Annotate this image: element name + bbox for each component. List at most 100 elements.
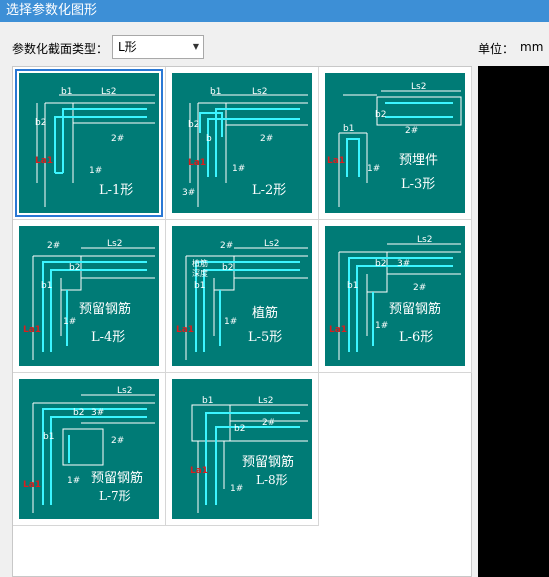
l5-label-b2: b2: [222, 263, 233, 273]
l2-label-1: 1#: [232, 164, 245, 174]
shape-cell-l3[interactable]: b2 Ls2 b1 2# La1 1# 预埋件 L-3形: [319, 67, 472, 220]
l6-caption: L-6形: [399, 330, 434, 345]
l3-caption: L-3形: [401, 177, 436, 192]
l1-drawing: b1 Ls2 b2 2# La1 1#: [35, 87, 155, 207]
shape-tile-l4[interactable]: 2# Ls2 b2 b1 La1 1# 预留钢筋 L-4形: [19, 226, 159, 366]
l2-label-ls2: Ls2: [252, 87, 267, 97]
l5-extra: 植筋: [252, 306, 279, 321]
shape-tile-l8[interactable]: b1 Ls2 b2 2# La1 1# 预留钢筋 L-8形: [172, 379, 312, 519]
l1-label-la1: La1: [35, 156, 53, 166]
l8-drawing: b1 Ls2 b2 2# La1 1#: [190, 396, 308, 513]
shape-cell-l5[interactable]: 2# Ls2 植筋 深度 b2 b1 La1 1# 植筋 L-5形: [166, 220, 319, 373]
l7-caption: L-7形: [99, 489, 131, 503]
l5-label-2: 2#: [220, 241, 233, 251]
unit-label: 单位：: [478, 42, 515, 56]
l5-label-ls2: Ls2: [264, 239, 279, 249]
shape-cell-l7[interactable]: Ls2 b2 3# b1 2# La1 1# 预留钢筋 L-7形: [13, 373, 166, 526]
l3-label-2: 2#: [405, 126, 418, 136]
l1-label-b1: b1: [61, 87, 72, 97]
l8-extra: 预留钢筋: [242, 455, 295, 470]
l5-drawing: 2# Ls2 植筋 深度 b2 b1 La1 1#: [176, 239, 308, 360]
l5-caption: L-5形: [248, 330, 283, 345]
l4-label-ls2: Ls2: [107, 239, 122, 249]
l2-label-b: b: [206, 134, 212, 144]
l7-label-3: 3#: [91, 408, 104, 418]
shape-tile-l1[interactable]: b1 Ls2 b2 2# La1 1# L-1形: [15, 69, 163, 217]
l2-label-la1: La1: [188, 158, 206, 168]
l8-label-2: 2#: [262, 418, 275, 428]
l7-label-b2: b2: [73, 408, 84, 418]
l2-label-b2: b2: [188, 120, 199, 130]
l4-drawing: 2# Ls2 b2 b1 La1 1#: [23, 239, 155, 360]
l6-label-2: 2#: [413, 283, 426, 293]
toolbar: 参数化截面类型： L形 ▼ 单位： mm: [0, 22, 549, 66]
l8-label-1: 1#: [230, 484, 243, 494]
l1-label-ls2: Ls2: [101, 87, 116, 97]
shape-tile-l7[interactable]: Ls2 b2 3# b1 2# La1 1# 预留钢筋 L-7形: [19, 379, 159, 519]
l3-extra: 预埋件: [399, 153, 439, 168]
l6-drawing: Ls2 b2 3# b1 2# La1 1#: [329, 235, 461, 360]
l1-caption: L-1形: [99, 183, 134, 198]
section-type-value: L形: [118, 40, 137, 54]
shape-cell-l8[interactable]: b1 Ls2 b2 2# La1 1# 预留钢筋 L-8形: [166, 373, 319, 526]
preview-pane: [478, 66, 549, 577]
l5-label-zhijin: 植筋: [192, 258, 208, 268]
l8-label-b1: b1: [202, 396, 213, 406]
l3-label-1: 1#: [367, 164, 380, 174]
l2-label-2: 2#: [260, 134, 273, 144]
l4-label-b1: b1: [41, 281, 52, 291]
l4-caption: L-4形: [91, 330, 126, 345]
shape-tile-l5[interactable]: 2# Ls2 植筋 深度 b2 b1 La1 1# 植筋 L-5形: [172, 226, 312, 366]
l7-drawing: Ls2 b2 3# b1 2# La1 1#: [23, 386, 155, 513]
l8-label-ls2: Ls2: [258, 396, 273, 406]
l6-label-ls2: Ls2: [417, 235, 432, 245]
l7-extra: 预留钢筋: [91, 471, 144, 486]
l1-label-2: 2#: [111, 134, 124, 144]
section-type-label: 参数化截面类型：: [12, 42, 109, 56]
l4-label-1: 1#: [63, 317, 76, 327]
l6-extra: 预留钢筋: [389, 302, 442, 317]
l3-label-ls2: Ls2: [411, 82, 426, 92]
l7-label-1: 1#: [67, 476, 80, 486]
chevron-down-icon[interactable]: ▼: [193, 36, 199, 58]
l4-extra: 预留钢筋: [79, 302, 132, 317]
l1-label-b2: b2: [35, 118, 46, 128]
l2-label-b1: b1: [210, 87, 221, 97]
shape-cell-l1[interactable]: b1 Ls2 b2 2# La1 1# L-1形: [13, 67, 166, 220]
shape-cell-l4[interactable]: 2# Ls2 b2 b1 La1 1# 预留钢筋 L-4形: [13, 220, 166, 373]
l8-label-la1: La1: [190, 466, 208, 476]
shape-cell-l2[interactable]: b1 Ls2 b2 2# b La1 1# 3# L-2形: [166, 67, 319, 220]
l7-label-b1: b1: [43, 432, 54, 442]
l5-label-b1: b1: [194, 281, 205, 291]
l8-label-b2: b2: [234, 424, 245, 434]
shape-tile-l6[interactable]: Ls2 b2 3# b1 2# La1 1# 预留钢筋 L-6形: [325, 226, 465, 366]
l7-label-2: 2#: [111, 436, 124, 446]
l6-label-3: 3#: [397, 259, 410, 269]
window-title: 选择参数化图形: [0, 0, 549, 22]
l6-label-b1: b1: [347, 281, 358, 291]
l2-label-3: 3#: [182, 188, 195, 198]
l3-label-b1: b1: [343, 124, 354, 134]
section-type-select[interactable]: L形 ▼: [112, 35, 204, 59]
shape-cell-l6[interactable]: Ls2 b2 3# b1 2# La1 1# 预留钢筋 L-6形: [319, 220, 472, 373]
shape-tile-l3[interactable]: b2 Ls2 b1 2# La1 1# 预埋件 L-3形: [325, 73, 465, 213]
l6-label-1: 1#: [375, 321, 388, 331]
l5-label-1: 1#: [224, 317, 237, 327]
l6-label-la1: La1: [329, 325, 347, 335]
l4-label-2: 2#: [47, 241, 60, 251]
l5-label-shendu: 深度: [192, 268, 208, 278]
l2-caption: L-2形: [252, 183, 287, 198]
l7-label-ls2: Ls2: [117, 386, 132, 396]
l8-caption: L-8形: [256, 473, 288, 487]
l7-label-la1: La1: [23, 480, 41, 490]
l6-label-b2: b2: [375, 259, 386, 269]
l2-drawing: b1 Ls2 b2 2# b La1 1# 3#: [182, 87, 308, 207]
l3-drawing: b2 Ls2 b1 2# La1 1#: [327, 82, 462, 207]
l3-label-b2: b2: [375, 110, 386, 120]
l4-label-b2: b2: [69, 263, 80, 273]
l1-label-1: 1#: [89, 166, 102, 176]
l3-label-la1: La1: [327, 156, 345, 166]
l4-label-la1: La1: [23, 325, 41, 335]
unit-value: mm: [520, 40, 544, 54]
shape-tile-l2[interactable]: b1 Ls2 b2 2# b La1 1# 3# L-2形: [172, 73, 312, 213]
